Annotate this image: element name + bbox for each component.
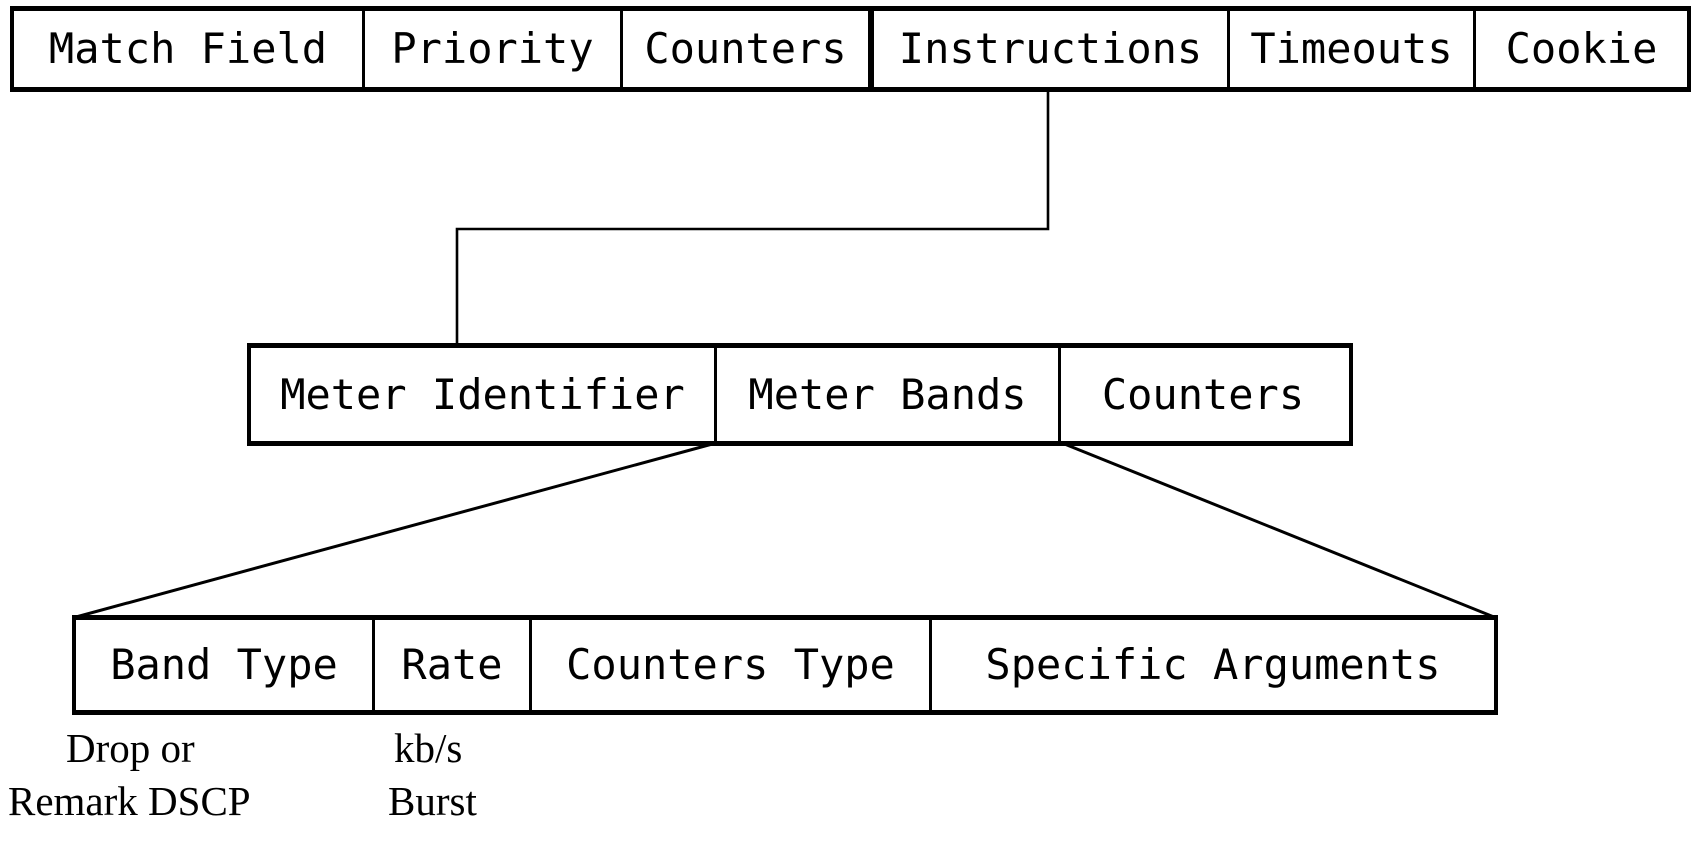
meter-band-cell-specific-arguments: Specific Arguments [929, 620, 1494, 710]
annotation-band-type-line1: Drop or [66, 725, 195, 771]
flow-entry-cell-counters: Counters [620, 11, 868, 87]
connector-meter-bands-to-band-right [1061, 441, 1495, 619]
meter-band-cell-rate: Rate [372, 620, 529, 710]
flow-entry-cell-instructions: Instructions [868, 11, 1227, 87]
flow-entry-cell-timeouts: Timeouts [1227, 11, 1473, 87]
meter-band-cell-counters-type: Counters Type [529, 620, 929, 710]
flow-entry-row: Match Field Priority Counters Instructio… [10, 6, 1691, 92]
meter-entry-cell-meter-identifier: Meter Identifier [280, 369, 685, 419]
annotation-band-type-line2: Remark DSCP [8, 778, 251, 825]
connector-instructions-to-meter-entry [455, 92, 1050, 347]
meter-entry-cell-meter-bands: Meter Bands [714, 348, 1058, 441]
connector-meter-bands-to-band-left [75, 441, 717, 619]
annotation-rate: kb/s Burst [388, 722, 477, 829]
flow-entry-cell-match-field: Match Field [48, 24, 328, 73]
annotation-band-type: Drop or Remark DSCP [8, 722, 251, 829]
meter-entry-cell-counters: Counters [1058, 348, 1345, 441]
meter-band-cell-band-type: Band Type [110, 640, 338, 689]
annotation-rate-line1: kb/s [394, 725, 463, 771]
flow-entry-cell-priority: Priority [362, 11, 620, 87]
diagram-canvas: Match Field Priority Counters Instructio… [0, 0, 1699, 856]
meter-entry-row: Meter Identifier Meter Bands Counters [247, 343, 1353, 446]
flow-entry-cell-cookie: Cookie [1473, 11, 1687, 87]
meter-band-row: Band Type Rate Counters Type Specific Ar… [72, 615, 1498, 715]
annotation-rate-line2: Burst [388, 778, 477, 825]
